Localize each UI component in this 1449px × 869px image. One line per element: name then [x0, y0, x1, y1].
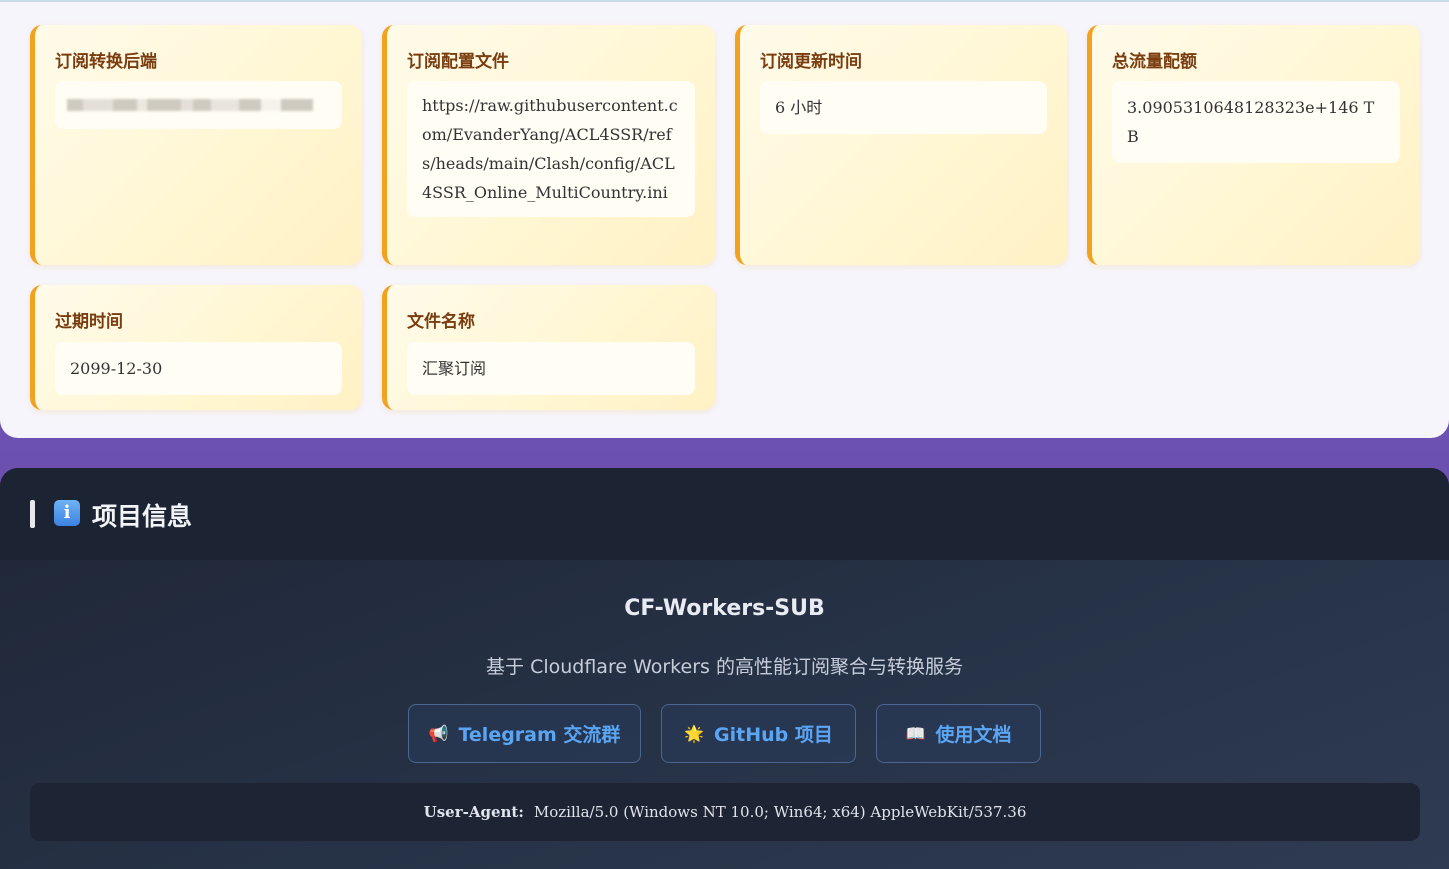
section-title: 项目信息 — [92, 502, 193, 531]
file-name-value: 汇聚订阅 — [407, 342, 695, 395]
info-icon: i — [54, 500, 80, 526]
project-info-panel: i 项目信息 CF-Workers-SUB 基于 Cloudflare Work… — [0, 468, 1449, 869]
config-url: https://raw.githubusercontent.com/Evande… — [407, 81, 695, 217]
card-title: 订阅配置文件 — [407, 52, 509, 72]
update-interval-value: 6 小时 — [760, 81, 1047, 134]
telegram-group-button[interactable]: 📢 Telegram 交流群 — [408, 704, 641, 763]
card-traffic-quota: 总流量配额 3.0905310648128323e+146 TB — [1087, 25, 1420, 265]
github-project-button[interactable]: 🌟 GitHub 项目 — [661, 704, 856, 763]
redacted-value — [67, 93, 330, 117]
button-label: 使用文档 — [935, 724, 1012, 746]
docs-button[interactable]: 📖 使用文档 — [876, 704, 1041, 763]
project-name: CF-Workers-SUB — [624, 596, 825, 621]
expire-time-value: 2099-12-30 — [55, 342, 342, 395]
card-value-redacted — [55, 81, 342, 129]
card-config-file: 订阅配置文件 https://raw.githubusercontent.com… — [382, 25, 715, 265]
project-description: 基于 Cloudflare Workers 的高性能订阅聚合与转换服务 — [486, 656, 963, 678]
button-label: GitHub 项目 — [714, 724, 833, 746]
card-title: 订阅更新时间 — [760, 52, 862, 72]
card-title: 总流量配额 — [1112, 52, 1197, 72]
card-update-interval: 订阅更新时间 6 小时 — [735, 25, 1067, 265]
card-expire-time: 过期时间 2099-12-30 — [30, 285, 362, 410]
card-subconverter-backend: 订阅转换后端 — [30, 25, 362, 265]
card-title: 订阅转换后端 — [55, 52, 157, 72]
user-agent-label: User-Agent: — [423, 803, 524, 821]
sun-icon: 🌟 — [684, 724, 705, 743]
megaphone-icon: 📢 — [428, 724, 449, 743]
button-label: Telegram 交流群 — [458, 724, 621, 746]
book-icon: 📖 — [905, 724, 926, 743]
user-agent-value: Mozilla/5.0 (Windows NT 10.0; Win64; x64… — [533, 803, 1027, 821]
user-agent-box: User-Agent: Mozilla/5.0 (Windows NT 10.0… — [30, 783, 1420, 841]
card-file-name: 文件名称 汇聚订阅 — [382, 285, 715, 410]
section-header: i 项目信息 — [0, 468, 1449, 560]
card-title: 过期时间 — [55, 312, 123, 332]
header-accent-bar — [30, 500, 35, 528]
traffic-quota-value: 3.0905310648128323e+146 TB — [1112, 81, 1400, 163]
card-title: 文件名称 — [407, 312, 475, 332]
config-panel: 订阅转换后端 订阅配置文件 https://raw.githubusercont… — [0, 0, 1449, 438]
